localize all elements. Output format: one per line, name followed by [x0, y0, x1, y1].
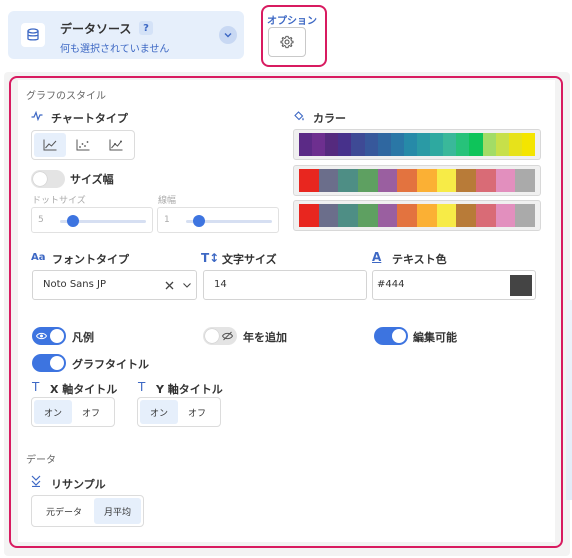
gear-icon [280, 35, 294, 49]
datasource-title: データソース [60, 22, 132, 36]
datasource-subtitle: 何も選択されていません [60, 44, 170, 55]
chevron-down-icon[interactable] [219, 26, 237, 44]
panel-highlight [9, 76, 563, 548]
background-edge [566, 300, 572, 500]
app-root: データソース ? 何も選択されていません オプション グラフのスタイル チャート… [0, 0, 572, 558]
options-button[interactable] [268, 27, 306, 57]
help-icon[interactable]: ? [139, 21, 153, 35]
database-icon [21, 23, 45, 47]
datasource-selector[interactable]: データソース ? 何も選択されていません [8, 11, 244, 59]
options-label: オプション [267, 16, 317, 27]
